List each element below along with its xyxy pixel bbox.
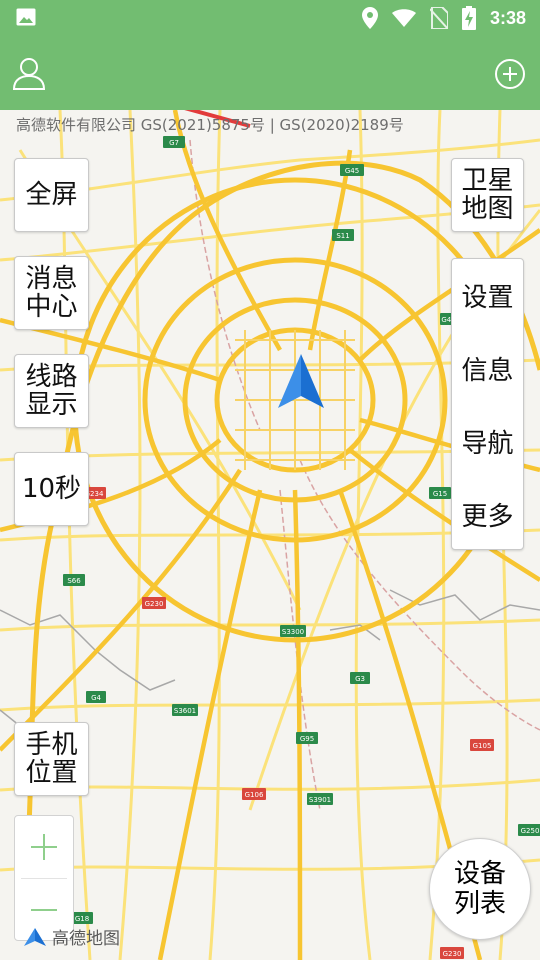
map-logo-text: 高德地图 xyxy=(52,929,120,949)
svg-text:G3: G3 xyxy=(355,675,365,683)
satellite-map-button[interactable]: 卫星地图 xyxy=(451,158,524,232)
svg-text:G15: G15 xyxy=(433,490,447,498)
device-list-label: 设备列表 xyxy=(453,859,506,919)
app-bar xyxy=(0,36,540,110)
info-button[interactable]: 信息 xyxy=(452,332,523,405)
no-sim-icon xyxy=(429,7,448,29)
svg-text:G7: G7 xyxy=(169,139,179,147)
navigation-button[interactable]: 导航 xyxy=(452,405,523,478)
svg-text:G230: G230 xyxy=(443,950,462,958)
svg-text:S11: S11 xyxy=(336,232,349,240)
fullscreen-button[interactable]: 全屏 xyxy=(14,158,89,232)
svg-text:G230: G230 xyxy=(145,600,164,608)
more-button[interactable]: 更多 xyxy=(452,478,523,551)
wifi-icon xyxy=(391,9,416,27)
status-bar: 3:38 xyxy=(0,0,540,36)
more-label: 更多 xyxy=(461,502,514,532)
battery-charging-icon xyxy=(461,6,476,30)
svg-text:S3300: S3300 xyxy=(282,628,304,636)
svg-text:S3901: S3901 xyxy=(309,796,331,804)
zoom-controls xyxy=(14,815,74,941)
plus-icon xyxy=(31,834,57,860)
image-notification-icon xyxy=(16,8,36,26)
phone-location-button[interactable]: 手机位置 xyxy=(14,722,89,796)
svg-text:G250: G250 xyxy=(521,827,540,835)
settings-button[interactable]: 设置 xyxy=(452,259,523,332)
satellite-map-label: 卫星地图 xyxy=(461,166,514,224)
svg-text:G18: G18 xyxy=(75,915,89,923)
current-location-icon xyxy=(278,354,324,408)
route-display-label: 线路显示 xyxy=(25,362,78,420)
info-label: 信息 xyxy=(461,356,514,386)
right-menu-panel: 设置 信息 导航 更多 xyxy=(451,258,524,550)
svg-text:G4: G4 xyxy=(91,694,101,702)
svg-text:S66: S66 xyxy=(67,577,81,585)
svg-text:G106: G106 xyxy=(245,791,264,799)
map-copyright: 高德软件有限公司 GS(2021)5875号 | GS(2020)2189号 xyxy=(16,116,404,134)
add-icon[interactable] xyxy=(494,58,526,90)
map-logo: 高德地图 xyxy=(22,924,120,949)
navigation-label: 导航 xyxy=(461,429,514,459)
fullscreen-label: 全屏 xyxy=(25,180,78,210)
svg-text:G105: G105 xyxy=(473,742,492,750)
ten-seconds-label: 10秒 xyxy=(21,474,82,504)
location-icon xyxy=(361,7,378,29)
message-center-button[interactable]: 消息中心 xyxy=(14,256,89,330)
ten-seconds-button[interactable]: 10秒 xyxy=(14,452,89,526)
amap-logo-icon xyxy=(24,927,46,946)
settings-label: 设置 xyxy=(461,283,514,313)
svg-text:S3601: S3601 xyxy=(174,707,196,715)
clock: 3:38 xyxy=(489,7,526,28)
svg-text:G45: G45 xyxy=(345,167,359,175)
device-list-button[interactable]: 设备列表 xyxy=(429,838,531,940)
minus-icon xyxy=(31,909,57,911)
zoom-in-button[interactable] xyxy=(15,816,73,878)
phone-location-label: 手机位置 xyxy=(25,730,78,788)
message-center-label: 消息中心 xyxy=(25,264,78,322)
route-display-button[interactable]: 线路显示 xyxy=(14,354,89,428)
user-profile-icon[interactable] xyxy=(12,56,46,90)
svg-text:G95: G95 xyxy=(300,735,314,743)
